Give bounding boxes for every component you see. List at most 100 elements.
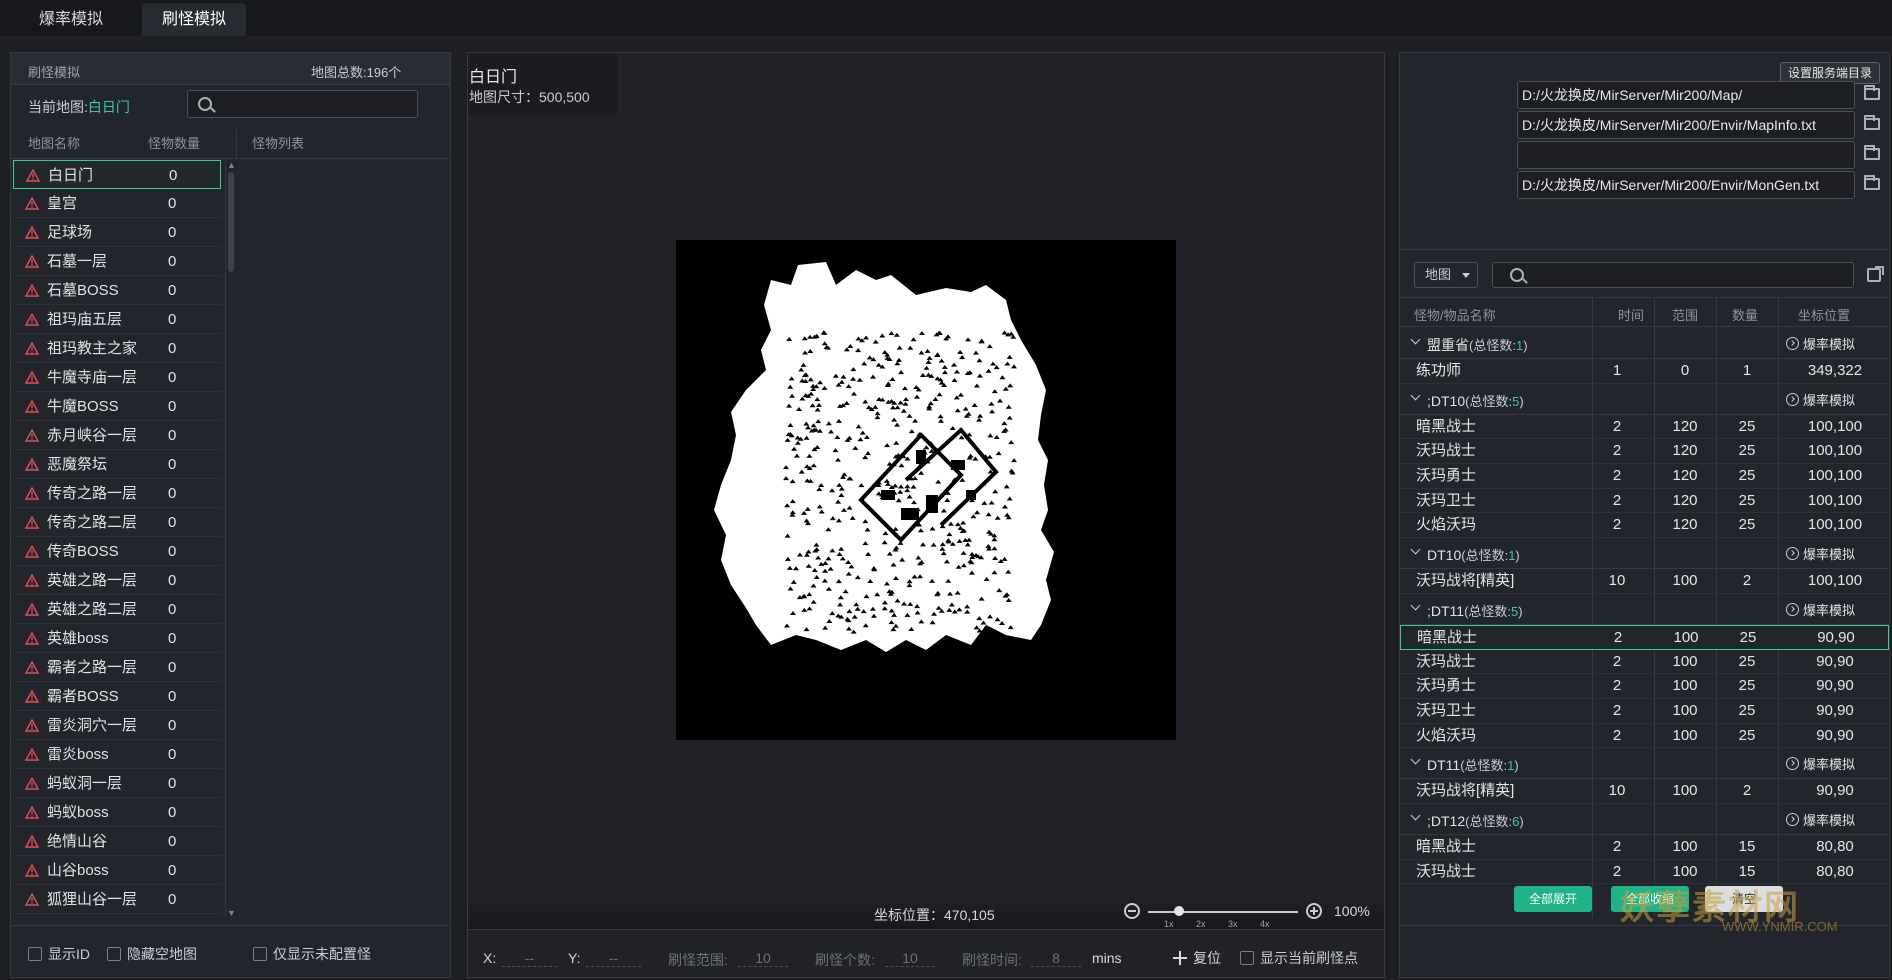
- folder-icon[interactable]: [1864, 85, 1880, 100]
- tab-spawn-sim[interactable]: 刷怪模拟: [142, 3, 247, 36]
- drop-sim-link[interactable]: 爆率模拟: [1786, 754, 1855, 773]
- map-list-item[interactable]: 霸者BOSS 0: [13, 682, 221, 711]
- show-id-checkbox[interactable]: 显示ID: [28, 944, 90, 964]
- map-list-item[interactable]: 石墓一层 0: [13, 247, 221, 276]
- map-list-item[interactable]: 赤月峡谷一层 0: [13, 421, 221, 450]
- tab-drop-sim[interactable]: 爆率模拟: [19, 3, 123, 36]
- spawn-row[interactable]: 沃玛战士 2 120 25 100,100: [1400, 439, 1889, 465]
- path-input[interactable]: D:/火龙换皮/MirServer/Mir200/Envir/MonGen.tx…: [1517, 171, 1855, 199]
- path-input[interactable]: [1517, 141, 1855, 169]
- chevron-down-icon[interactable]: [1410, 810, 1421, 821]
- map-list-item[interactable]: 石墓BOSS 0: [13, 276, 221, 305]
- path-input[interactable]: D:/火龙换皮/MirServer/Mir200/Map/: [1517, 81, 1855, 109]
- spawn-row[interactable]: 暗黑战士 2 100 15 80,80: [1400, 835, 1889, 860]
- count-input[interactable]: 10: [885, 950, 935, 967]
- checkbox-icon: [1240, 951, 1254, 965]
- folder-icon[interactable]: [1864, 175, 1880, 190]
- monster-count: 0: [168, 311, 177, 328]
- map-list-item[interactable]: 传奇BOSS 0: [13, 537, 221, 566]
- drop-sim-link[interactable]: 爆率模拟: [1786, 600, 1855, 619]
- folder-icon[interactable]: [1864, 145, 1880, 160]
- spawn-range: 100: [1672, 677, 1698, 695]
- map-list-item[interactable]: 蚂蚁洞一层 0: [13, 769, 221, 798]
- zoom-out-icon[interactable]: [1124, 903, 1140, 919]
- map-list-item[interactable]: 英雄boss 0: [13, 624, 221, 653]
- scroll-down-icon[interactable]: ▼: [227, 908, 236, 918]
- reset-button[interactable]: 复位: [1173, 948, 1221, 968]
- show-current-spawn-checkbox[interactable]: 显示当前刷怪点: [1240, 948, 1358, 968]
- zoom-slider[interactable]: [1148, 911, 1298, 913]
- filter-type-select[interactable]: 地图: [1414, 262, 1478, 288]
- y-input[interactable]: --: [586, 950, 641, 967]
- spawn-row[interactable]: 沃玛战将[精英] 10 100 2 90,90: [1400, 779, 1889, 804]
- spawn-row[interactable]: 沃玛卫士 2 120 25 100,100: [1400, 489, 1889, 514]
- map-list-item[interactable]: 绝情山谷 0: [13, 827, 221, 856]
- spawn-group-header[interactable]: ;DT12(总怪数:6) 爆率模拟: [1400, 804, 1889, 835]
- spawn-row[interactable]: 暗黑战士 2 120 25 100,100: [1400, 415, 1889, 440]
- map-canvas[interactable]: [676, 240, 1176, 740]
- map-list-item[interactable]: 英雄之路二层 0: [13, 595, 221, 624]
- x-input[interactable]: --: [502, 950, 557, 967]
- map-list-item[interactable]: 传奇之路一层 0: [13, 479, 221, 508]
- spawn-row[interactable]: 沃玛战将[精英] 10 100 2 100,100: [1400, 569, 1889, 594]
- map-list-item[interactable]: 皇宫 0: [13, 189, 221, 218]
- range-input[interactable]: 10: [738, 950, 788, 967]
- drop-sim-link[interactable]: 爆率模拟: [1786, 334, 1855, 353]
- chevron-down-icon[interactable]: [1410, 754, 1421, 765]
- current-map-value: 白日门: [87, 99, 130, 115]
- spawn-row[interactable]: 沃玛战士 2 100 25 90,90: [1400, 650, 1889, 675]
- time-input[interactable]: 8: [1031, 950, 1081, 967]
- drop-sim-link[interactable]: 爆率模拟: [1786, 390, 1855, 409]
- drop-sim-link[interactable]: 爆率模拟: [1786, 810, 1855, 829]
- spawn-row[interactable]: 沃玛勇士 2 100 25 90,90: [1400, 674, 1889, 699]
- map-list-item[interactable]: 传奇之路二层 0: [13, 508, 221, 537]
- spawn-row[interactable]: 练功师 1 0 1 349,322: [1400, 359, 1889, 384]
- chevron-down-icon[interactable]: [1410, 600, 1421, 611]
- monster-search-input[interactable]: [1492, 262, 1854, 288]
- map-list-item[interactable]: 雷炎洞穴一层 0: [13, 711, 221, 740]
- export-icon[interactable]: [1867, 266, 1884, 282]
- map-list-scrollbar[interactable]: ▲ ▼: [225, 160, 236, 918]
- map-list-item[interactable]: 祖玛教主之家 0: [13, 334, 221, 363]
- spawn-group-header[interactable]: DT10(总怪数:1) 爆率模拟: [1400, 538, 1889, 570]
- zoom-in-icon[interactable]: [1306, 903, 1322, 919]
- map-list-item[interactable]: 白日门 0: [13, 160, 221, 189]
- map-list-item[interactable]: 恶魔祭坛 0: [13, 450, 221, 479]
- hide-empty-checkbox[interactable]: 隐藏空地图: [107, 944, 197, 964]
- spawn-row[interactable]: 火焰沃玛 2 120 25 100,100: [1400, 513, 1889, 539]
- spawn-group-header[interactable]: ;DT10(总怪数:5) 爆率模拟: [1400, 384, 1889, 415]
- spawn-group-header[interactable]: DT11(总怪数:1) 爆率模拟: [1400, 748, 1889, 780]
- map-list-item[interactable]: 牛魔寺庙一层 0: [13, 363, 221, 392]
- spawn-row[interactable]: 沃玛卫士 2 100 25 90,90: [1400, 699, 1889, 724]
- spawn-row[interactable]: 沃玛勇士 2 120 25 100,100: [1400, 464, 1889, 489]
- zoom-slider-handle[interactable]: [1174, 906, 1184, 916]
- spawn-coord: 90,90: [1816, 701, 1854, 719]
- spawn-row[interactable]: 暗黑战士 2 100 25 90,90: [1400, 624, 1889, 650]
- drop-sim-link[interactable]: 爆率模拟: [1786, 544, 1855, 563]
- warning-icon: [25, 690, 39, 703]
- map-list-item[interactable]: 狐狸BOSS层 0: [13, 914, 221, 918]
- chevron-down-icon[interactable]: [1410, 544, 1421, 555]
- map-list-item[interactable]: 牛魔BOSS 0: [13, 392, 221, 421]
- scroll-thumb[interactable]: [228, 172, 234, 272]
- map-search-input[interactable]: [187, 90, 418, 118]
- only-unconfigured-checkbox[interactable]: 仅显示未配置怪: [253, 944, 371, 964]
- map-list-item[interactable]: 足球场 0: [13, 218, 221, 247]
- chevron-down-icon[interactable]: [1410, 390, 1421, 401]
- map-list-item[interactable]: 英雄之路一层 0: [13, 566, 221, 595]
- spawn-row[interactable]: 火焰沃玛 2 100 25 90,90: [1400, 724, 1889, 749]
- chevron-down-icon[interactable]: [1410, 334, 1421, 345]
- spawn-group-header[interactable]: 盟重省(总怪数:1) 爆率模拟: [1400, 328, 1889, 359]
- spawn-group-header[interactable]: ;DT11(总怪数:5) 爆率模拟: [1400, 594, 1889, 625]
- map-list-item[interactable]: 蚂蚁boss 0: [13, 798, 221, 827]
- scroll-up-icon[interactable]: ▲: [227, 160, 236, 170]
- map-list-item[interactable]: 山谷boss 0: [13, 856, 221, 885]
- folder-icon[interactable]: [1864, 115, 1880, 130]
- warning-icon: [26, 169, 40, 182]
- map-list-item[interactable]: 祖玛庙五层 0: [13, 305, 221, 334]
- path-input[interactable]: D:/火龙换皮/MirServer/Mir200/Envir/MapInfo.t…: [1517, 111, 1855, 139]
- map-list-item[interactable]: 雷炎boss 0: [13, 740, 221, 769]
- map-list-item[interactable]: 狐狸山谷一层 0: [13, 885, 221, 914]
- expand-all-button[interactable]: 全部展开: [1514, 886, 1592, 912]
- map-list-item[interactable]: 霸者之路一层 0: [13, 653, 221, 682]
